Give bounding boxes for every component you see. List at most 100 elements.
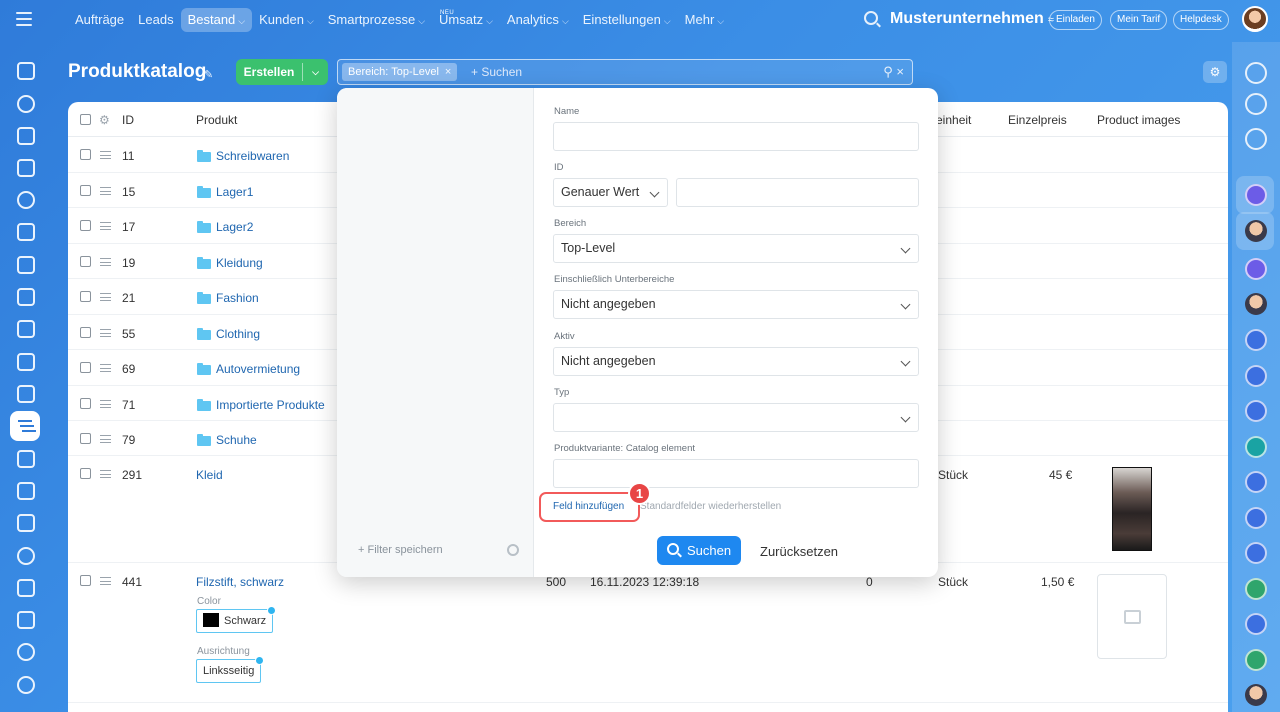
lock-icon[interactable]	[1245, 436, 1267, 458]
filter-chip[interactable]: Bereich: Top-Level ×	[342, 63, 458, 81]
reset-button[interactable]: Zurücksetzen	[760, 544, 838, 559]
bereich-select[interactable]: Top-Level	[553, 234, 919, 263]
row-checkbox[interactable]	[80, 149, 91, 160]
target-icon[interactable]	[17, 643, 35, 661]
tasks-icon[interactable]	[17, 159, 35, 177]
restore-default-fields-button[interactable]: Standardfelder wiederherstellen	[640, 501, 781, 512]
product-link[interactable]: Fashion	[216, 291, 259, 305]
row-checkbox[interactable]	[80, 468, 91, 479]
row-checkbox[interactable]	[80, 220, 91, 231]
gear-icon[interactable]: ⚙	[1203, 61, 1227, 83]
chart-icon[interactable]	[17, 353, 35, 371]
company-switcher[interactable]: Musterunternehmen ≈	[890, 10, 1054, 28]
chevron-down-icon[interactable]: ⌵	[303, 67, 328, 78]
chat-app-icon[interactable]	[1245, 258, 1267, 280]
lock-icon[interactable]	[1245, 542, 1267, 564]
aktiv-select[interactable]: Nicht angegeben	[553, 347, 919, 376]
nav-item-umsatz[interactable]: NEU Umsatz ⌵	[432, 8, 500, 32]
my-plan-button[interactable]: Mein Tarif	[1110, 10, 1168, 30]
support-icon[interactable]	[17, 547, 35, 565]
drag-handle-icon[interactable]	[100, 329, 111, 337]
invite-button[interactable]: Einladen	[1049, 10, 1102, 30]
drag-handle-icon[interactable]	[100, 151, 111, 159]
product-link[interactable]: Lager2	[216, 220, 253, 234]
nav-item-smartprozesse[interactable]: Smartprozesse ⌵	[321, 8, 432, 32]
save-filter-button[interactable]: + Filter speichern	[358, 544, 443, 556]
lock-icon[interactable]	[1245, 507, 1267, 529]
avatar[interactable]	[1242, 6, 1268, 32]
row-checkbox[interactable]	[80, 291, 91, 302]
col-product[interactable]: Produkt	[196, 113, 237, 127]
row-checkbox[interactable]	[80, 327, 91, 338]
document-icon[interactable]	[17, 127, 35, 145]
product-link[interactable]: Importierte Produkte	[216, 398, 325, 412]
file-icon[interactable]	[17, 223, 35, 241]
filter-search-bar[interactable]: Bereich: Top-Level × + Suchen ⚲ ×	[337, 59, 913, 85]
presentation-icon[interactable]	[17, 320, 35, 338]
drag-handle-icon[interactable]	[100, 577, 111, 585]
helpdesk-button[interactable]: Helpdesk	[1173, 10, 1229, 30]
home-icon[interactable]	[17, 62, 35, 80]
channel-icon[interactable]	[1245, 329, 1267, 351]
product-link[interactable]: Kleid	[196, 468, 223, 482]
id-input[interactable]	[676, 178, 919, 207]
contacts-icon[interactable]	[17, 191, 35, 209]
typ-select[interactable]	[553, 403, 919, 432]
group-avatar-icon[interactable]	[1245, 293, 1267, 315]
drag-handle-icon[interactable]	[100, 400, 111, 408]
cart-icon[interactable]	[17, 385, 35, 403]
product-link[interactable]: Filzstift, schwarz	[196, 575, 284, 589]
nav-item-leads[interactable]: Leads	[131, 8, 180, 32]
name-input[interactable]	[553, 122, 919, 151]
nav-item-mehr[interactable]: Mehr ⌵	[678, 8, 731, 32]
settings-icon[interactable]	[17, 676, 35, 694]
property-tag-color[interactable]: Schwarz	[196, 606, 277, 633]
search-input[interactable]: + Suchen	[471, 65, 522, 79]
col-price[interactable]: Einzelpreis	[1008, 113, 1067, 127]
subsections-select[interactable]: Nicht angegeben	[553, 290, 919, 319]
row-checkbox[interactable]	[80, 433, 91, 444]
product-link[interactable]: Kleidung	[216, 256, 263, 270]
row-checkbox[interactable]	[80, 256, 91, 267]
robot-icon[interactable]	[17, 611, 35, 629]
table-row[interactable]: 441 Filzstift, schwarz Color Schwarz Aus…	[68, 563, 1228, 703]
close-icon[interactable]: ×	[445, 66, 451, 78]
product-link[interactable]: Clothing	[216, 327, 260, 341]
nav-item-auftraege[interactable]: Aufträge	[68, 8, 131, 32]
drag-handle-icon[interactable]	[100, 258, 111, 266]
id-mode-select[interactable]: Genauer Wert	[553, 178, 668, 207]
drag-handle-icon[interactable]	[100, 293, 111, 301]
notifications-icon[interactable]	[1245, 62, 1267, 84]
product-link[interactable]: Schuhe	[216, 433, 257, 447]
add-field-button[interactable]: Feld hinzufügen	[553, 501, 624, 512]
select-all-checkbox[interactable]	[80, 114, 91, 125]
chat-icon[interactable]	[17, 256, 35, 274]
create-button[interactable]: Erstellen ⌵	[236, 59, 328, 85]
chat-app-icon[interactable]	[1245, 184, 1267, 206]
user-avatar-icon[interactable]	[1245, 684, 1267, 706]
search-button[interactable]: Suchen	[657, 536, 741, 565]
edit-icon[interactable]	[17, 450, 35, 468]
variant-input[interactable]	[553, 459, 919, 488]
drag-handle-icon[interactable]	[100, 364, 111, 372]
drive-icon[interactable]	[17, 288, 35, 306]
row-checkbox[interactable]	[80, 362, 91, 373]
nav-item-analytics[interactable]: Analytics ⌵	[500, 8, 576, 32]
image-placeholder[interactable]	[1097, 574, 1167, 659]
messages-icon[interactable]	[1245, 128, 1267, 150]
col-id[interactable]: ID	[122, 113, 134, 127]
drag-handle-icon[interactable]	[100, 470, 111, 478]
search-icon[interactable]	[864, 11, 878, 25]
checkbox-icon[interactable]	[1245, 578, 1267, 600]
row-checkbox[interactable]	[80, 398, 91, 409]
checkbox-icon[interactable]	[1245, 649, 1267, 671]
menu-icon[interactable]	[16, 12, 32, 26]
gear-icon[interactable]	[507, 544, 519, 556]
col-unit[interactable]: einheit	[936, 113, 971, 127]
lock-icon[interactable]	[1245, 613, 1267, 635]
contact-card-icon[interactable]	[17, 514, 35, 532]
product-image[interactable]	[1112, 467, 1152, 551]
activity-icon[interactable]	[17, 95, 35, 113]
channel-icon[interactable]	[1245, 400, 1267, 422]
product-link[interactable]: Lager1	[216, 185, 253, 199]
